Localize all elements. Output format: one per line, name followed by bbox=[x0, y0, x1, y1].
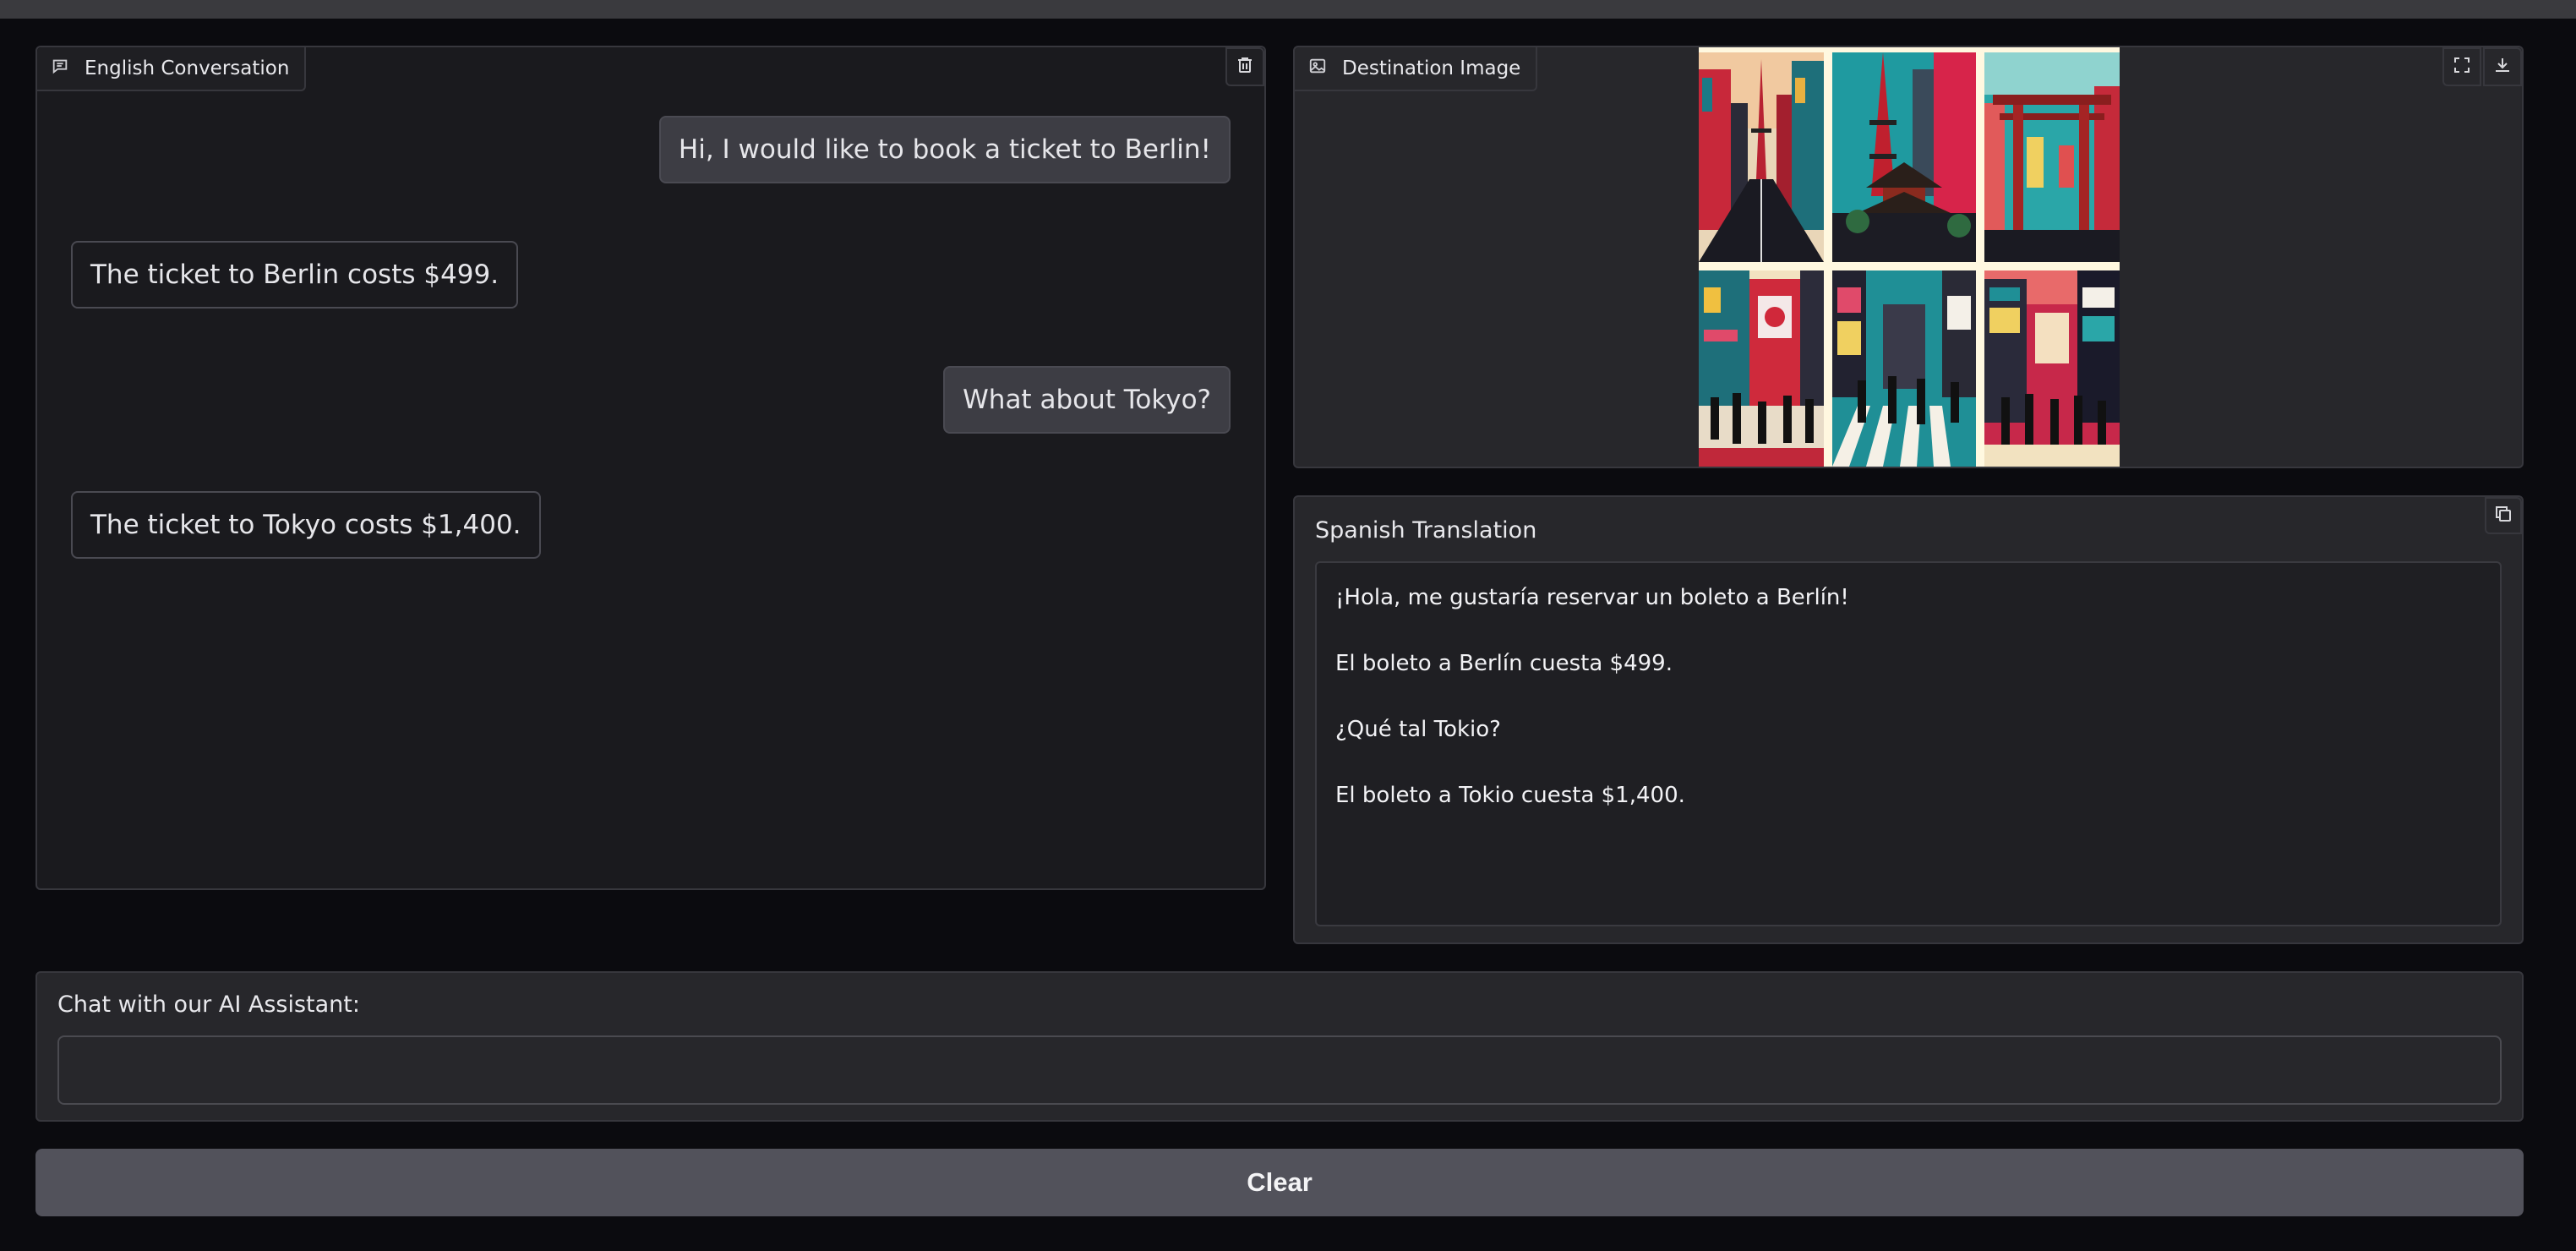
chat-input[interactable] bbox=[57, 1035, 2502, 1105]
translation-title: Spanish Translation bbox=[1315, 517, 1537, 544]
clear-button[interactable]: Clear bbox=[35, 1149, 2524, 1216]
conversation-label-text: English Conversation bbox=[85, 57, 290, 79]
image-icon bbox=[1308, 57, 1327, 80]
copy-button[interactable] bbox=[2485, 497, 2522, 534]
download-button[interactable] bbox=[2483, 47, 2522, 86]
translation-line: ¿Qué tal Tokio? bbox=[1335, 717, 1501, 742]
chat-label: Chat with our AI Assistant: bbox=[57, 992, 360, 1018]
conversation-label: English Conversation bbox=[37, 47, 307, 91]
neon-street-image bbox=[1984, 270, 2120, 467]
message-bot: The ticket to Tokyo costs $1,400. bbox=[71, 491, 541, 559]
translation-textarea[interactable]: ¡Hola, me gustaría reservar un boleto a … bbox=[1315, 561, 2502, 926]
message-user: What about Tokyo? bbox=[943, 366, 1231, 434]
translation-line: El boleto a Tokio cuesta $1,400. bbox=[1335, 783, 1685, 808]
tokyo-street-tower-image bbox=[1699, 52, 1824, 262]
translation-line: El boleto a Berlín cuesta $499. bbox=[1335, 651, 1673, 676]
copy-icon bbox=[2493, 504, 2513, 527]
torii-gate-image bbox=[1984, 52, 2120, 262]
delete-conversation-button[interactable] bbox=[1225, 47, 1264, 86]
shibuya-crossing-image bbox=[1832, 270, 1976, 467]
chat-panel: Chat with our AI Assistant: bbox=[35, 971, 2524, 1122]
download-icon bbox=[2492, 55, 2513, 79]
tokyo-billboards-image bbox=[1699, 270, 1824, 467]
translation-line: ¡Hola, me gustaría reservar un boleto a … bbox=[1335, 585, 1849, 610]
destination-panel: Destination Image bbox=[1293, 46, 2524, 468]
destination-label-text: Destination Image bbox=[1342, 57, 1521, 79]
destination-image bbox=[1699, 47, 2120, 467]
destination-label: Destination Image bbox=[1295, 47, 1538, 91]
chat-icon bbox=[51, 57, 69, 80]
trash-icon bbox=[1235, 55, 1255, 79]
top-bar bbox=[0, 0, 2576, 19]
conversation-panel: English Conversation Hi, I would like to… bbox=[35, 46, 1266, 890]
translation-panel: Spanish Translation ¡Hola, me gustaría r… bbox=[1293, 495, 2524, 944]
message-bot: The ticket to Berlin costs $499. bbox=[71, 241, 519, 309]
message-user: Hi, I would like to book a ticket to Ber… bbox=[658, 116, 1231, 183]
tokyo-tower-pagoda-image bbox=[1832, 52, 1976, 262]
fullscreen-button[interactable] bbox=[2442, 47, 2481, 86]
fullscreen-icon bbox=[2452, 55, 2472, 79]
